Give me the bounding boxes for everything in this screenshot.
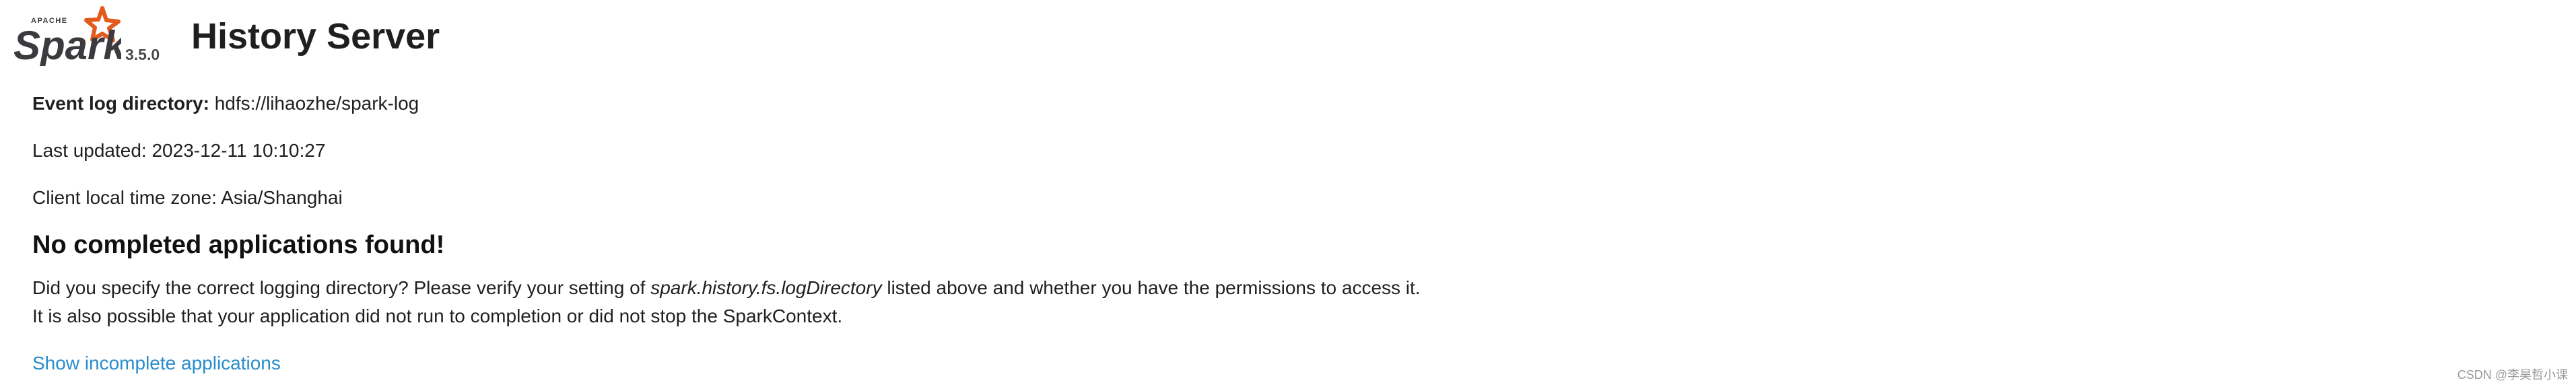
message-line-1-prefix: Did you specify the correct logging dire… — [32, 277, 651, 298]
no-apps-heading: No completed applications found! — [32, 231, 445, 259]
message-line-1: Did you specify the correct logging dire… — [32, 276, 1421, 300]
show-incomplete-applications-link[interactable]: Show incomplete applications — [32, 351, 281, 376]
message-line-2: It is also possible that your applicatio… — [32, 306, 843, 326]
event-log-label: Event log directory: — [32, 93, 209, 114]
event-log-directory: Event log directory: hdfs://lihaozhe/spa… — [32, 92, 419, 116]
message-line-1-suffix: listed above and whether you have the pe… — [881, 277, 1421, 298]
spark-logo: APACHE Spark — [13, 6, 121, 66]
log-directory-setting: spark.history.fs.logDirectory — [650, 277, 882, 298]
last-updated: Last updated: 2023-12-11 10:10:27 — [32, 140, 326, 161]
event-log-value: hdfs://lihaozhe/spark-log — [214, 93, 419, 114]
client-timezone: Client local time zone: Asia/Shanghai — [32, 187, 343, 208]
version-label: 3.5.0 — [125, 46, 160, 63]
history-server-page: APACHE Spark 3.5.0 History Server Event … — [0, 0, 2576, 391]
svg-text:Spark: Spark — [13, 23, 121, 66]
page-title: History Server — [191, 16, 440, 57]
watermark: CSDN @李昊哲小课 — [2457, 368, 2568, 382]
